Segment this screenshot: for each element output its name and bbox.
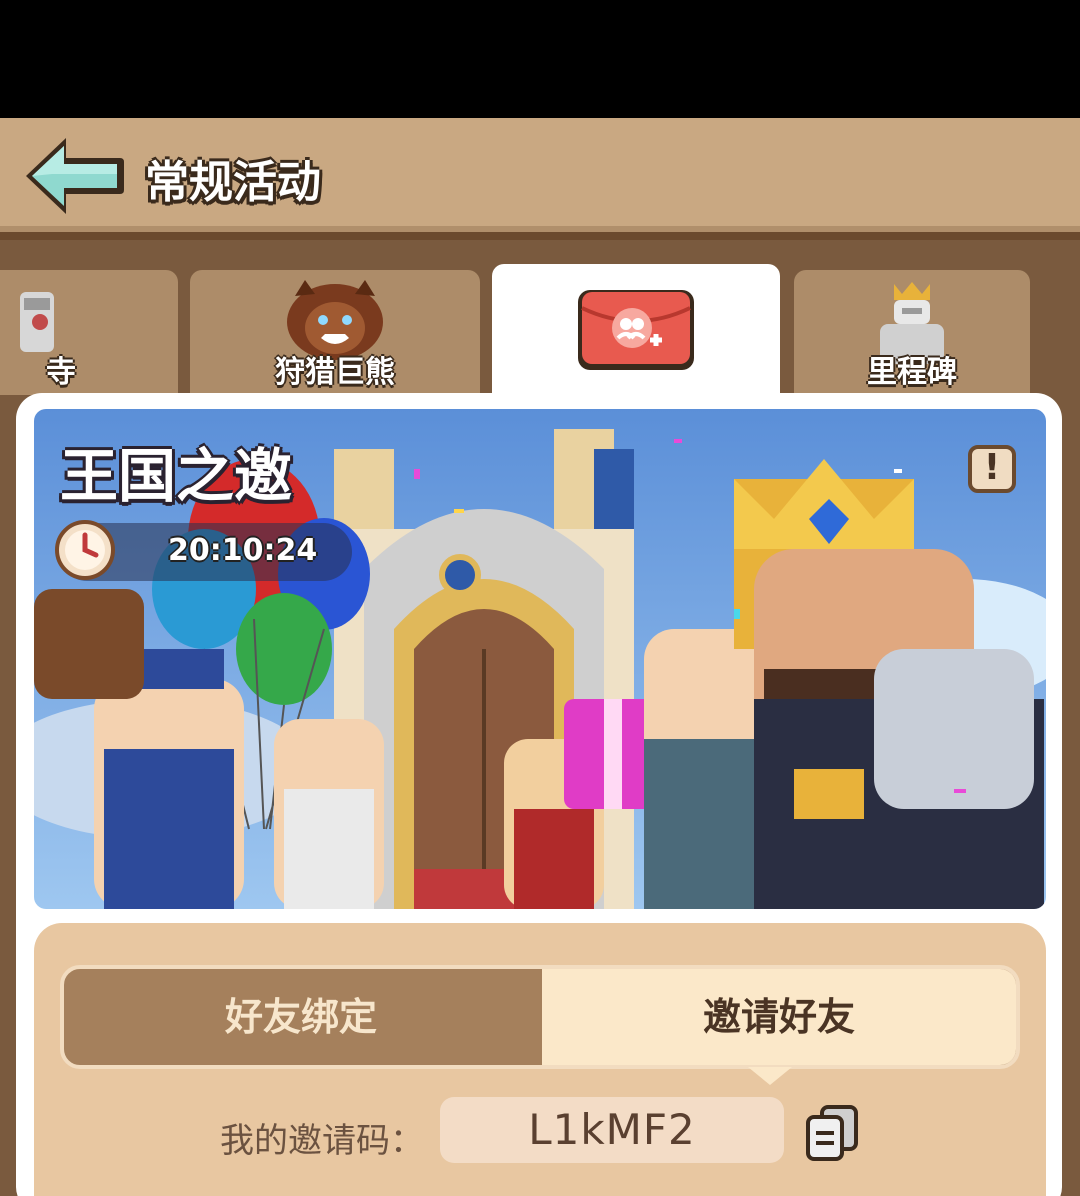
invite-code-value: L1kMF2 [440, 1097, 784, 1163]
activity-tabs: 寺 狩猎巨熊 里程碑 [0, 264, 1080, 398]
arrow-left-icon [26, 138, 124, 214]
event-banner: 王国之邀 20:10:24 ! [34, 409, 1046, 909]
invite-code-label: 我的邀请码： [220, 1121, 424, 1161]
copy-icon [806, 1105, 858, 1161]
event-title: 王国之邀 [60, 442, 293, 510]
app-screen: 常规活动 寺 狩猎巨熊 里程碑 王国之邀 20:10:24 ! 好友绑定 邀请好… [0, 118, 1080, 1196]
tab-label: 里程碑 [867, 355, 957, 390]
back-button[interactable] [22, 134, 126, 218]
status-bar [0, 0, 1080, 118]
page-title: 常规活动 [145, 157, 321, 208]
segmented-control: 好友绑定 邀请好友 [60, 965, 1020, 1069]
tab-bear-hunt[interactable]: 狩猎巨熊 [190, 270, 480, 395]
tab-label: 寺 [46, 355, 76, 390]
info-button[interactable]: ! [968, 445, 1016, 493]
tab-temple[interactable]: 寺 [0, 270, 178, 395]
tab-invite-friends[interactable]: 邀请好友 [542, 969, 1016, 1065]
tab-friend-binding[interactable]: 好友绑定 [64, 969, 538, 1065]
invite-section: 好友绑定 邀请好友 我的邀请码： L1kMF2 [34, 923, 1046, 1196]
tab-kingdom-invite[interactable] [492, 264, 780, 398]
segment-pointer [748, 1067, 792, 1085]
activity-panel: 王国之邀 20:10:24 ! 好友绑定 邀请好友 我的邀请码： L1kMF2 [16, 393, 1062, 1196]
countdown-timer: 20:10:24 [55, 520, 352, 581]
tab-milestone[interactable]: 里程碑 [794, 270, 1030, 395]
invite-envelope-icon [578, 290, 694, 370]
timer-value: 20:10:24 [168, 533, 318, 568]
exclamation-icon: ! [983, 447, 1001, 488]
tab-label: 狩猎巨熊 [275, 355, 395, 390]
header-bar: 常规活动 [0, 118, 1080, 240]
copy-button[interactable] [804, 1103, 860, 1163]
clock-icon [55, 520, 115, 580]
